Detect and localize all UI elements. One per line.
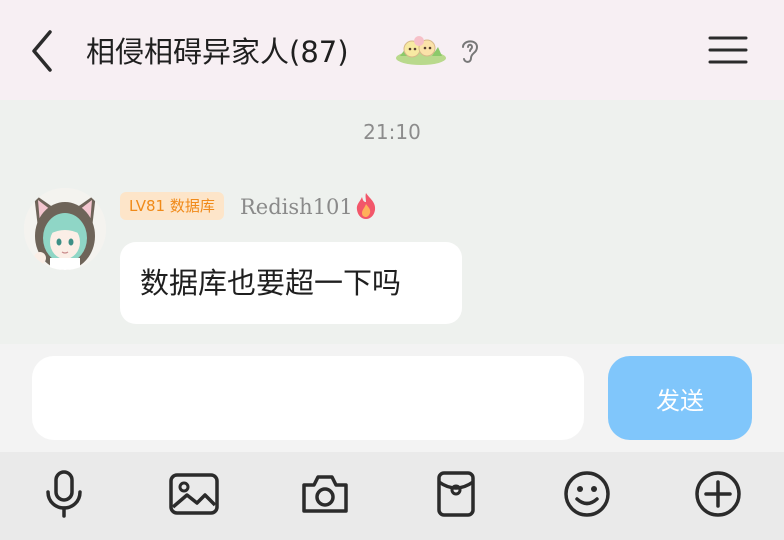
chat-title: 相侵相碍异家人(87): [86, 35, 349, 69]
camera-icon[interactable]: [295, 464, 355, 524]
emoji-icon[interactable]: [557, 464, 617, 524]
message-timestamp: 21:10: [363, 120, 421, 144]
red-packet-icon[interactable]: [426, 464, 486, 524]
message-input[interactable]: [32, 356, 584, 440]
ear-icon: [458, 36, 482, 66]
flower-sticker-icon: [394, 34, 448, 68]
back-arrow-icon[interactable]: [26, 28, 62, 74]
microphone-icon[interactable]: [34, 464, 94, 524]
message-text: 数据库也要超一下吗: [140, 266, 402, 300]
plus-icon[interactable]: [688, 464, 748, 524]
message-bubble[interactable]: 数据库也要超一下吗: [120, 242, 462, 324]
menu-icon[interactable]: [708, 34, 748, 66]
avatar[interactable]: [24, 188, 106, 270]
chat-header: 相侵相碍异家人(87): [0, 0, 784, 100]
chat-area[interactable]: 21:10 LV81 数据库 Redish101 数据库也要超一下吗: [0, 100, 784, 344]
composer-bar: 发送: [0, 344, 784, 452]
sender-nickname[interactable]: Redish101: [240, 192, 353, 222]
image-icon[interactable]: [164, 464, 224, 524]
level-badge: LV81 数据库: [120, 192, 224, 220]
flame-icon: [354, 192, 378, 220]
input-toolbar: [0, 452, 784, 540]
send-button[interactable]: 发送: [608, 356, 752, 440]
